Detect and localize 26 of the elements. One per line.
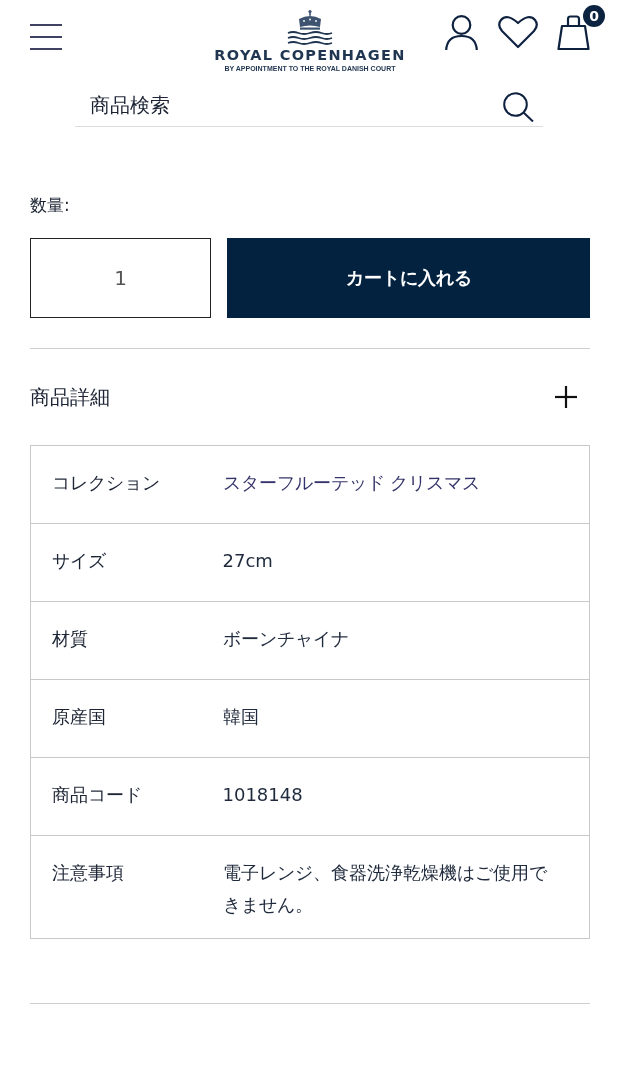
account-icon[interactable] bbox=[445, 15, 478, 50]
spec-label: 原産国 bbox=[30, 679, 222, 758]
quantity-input[interactable]: 1 bbox=[30, 238, 211, 318]
menu-icon[interactable] bbox=[30, 24, 62, 50]
spec-value-link[interactable]: スターフルーテッド クリスマス bbox=[222, 472, 481, 493]
crown-waves-logo-icon[interactable] bbox=[287, 10, 333, 45]
details-heading[interactable]: 商品詳細 bbox=[30, 383, 110, 411]
search-field[interactable]: 商品検索 bbox=[75, 88, 543, 127]
spec-label: 商品コード bbox=[30, 757, 222, 836]
brand-name[interactable]: ROYAL COPENHAGEN bbox=[214, 48, 406, 63]
spec-value: 1018148 bbox=[222, 784, 303, 805]
plus-icon[interactable] bbox=[555, 386, 577, 408]
spec-value: 韓国 bbox=[222, 706, 259, 727]
quantity-label: 数量: bbox=[30, 194, 70, 217]
search-icon[interactable] bbox=[503, 92, 534, 122]
spec-value: 電子レンジ、食器洗浄乾燥機はご使用できません。 bbox=[222, 862, 547, 915]
spec-label: サイズ bbox=[30, 523, 222, 602]
shopping-bag-icon[interactable] bbox=[557, 15, 590, 50]
spec-label: 材質 bbox=[30, 601, 222, 680]
add-to-cart-button[interactable]: カートに入れる bbox=[227, 238, 590, 318]
spec-value: ボーンチャイナ bbox=[222, 628, 349, 649]
spec-label: 注意事項 bbox=[30, 835, 222, 939]
spec-label: コレクション bbox=[30, 445, 222, 524]
cart-count-badge: 0 bbox=[583, 5, 605, 27]
heart-icon[interactable] bbox=[498, 15, 538, 49]
spec-value: 27cm bbox=[222, 550, 273, 571]
